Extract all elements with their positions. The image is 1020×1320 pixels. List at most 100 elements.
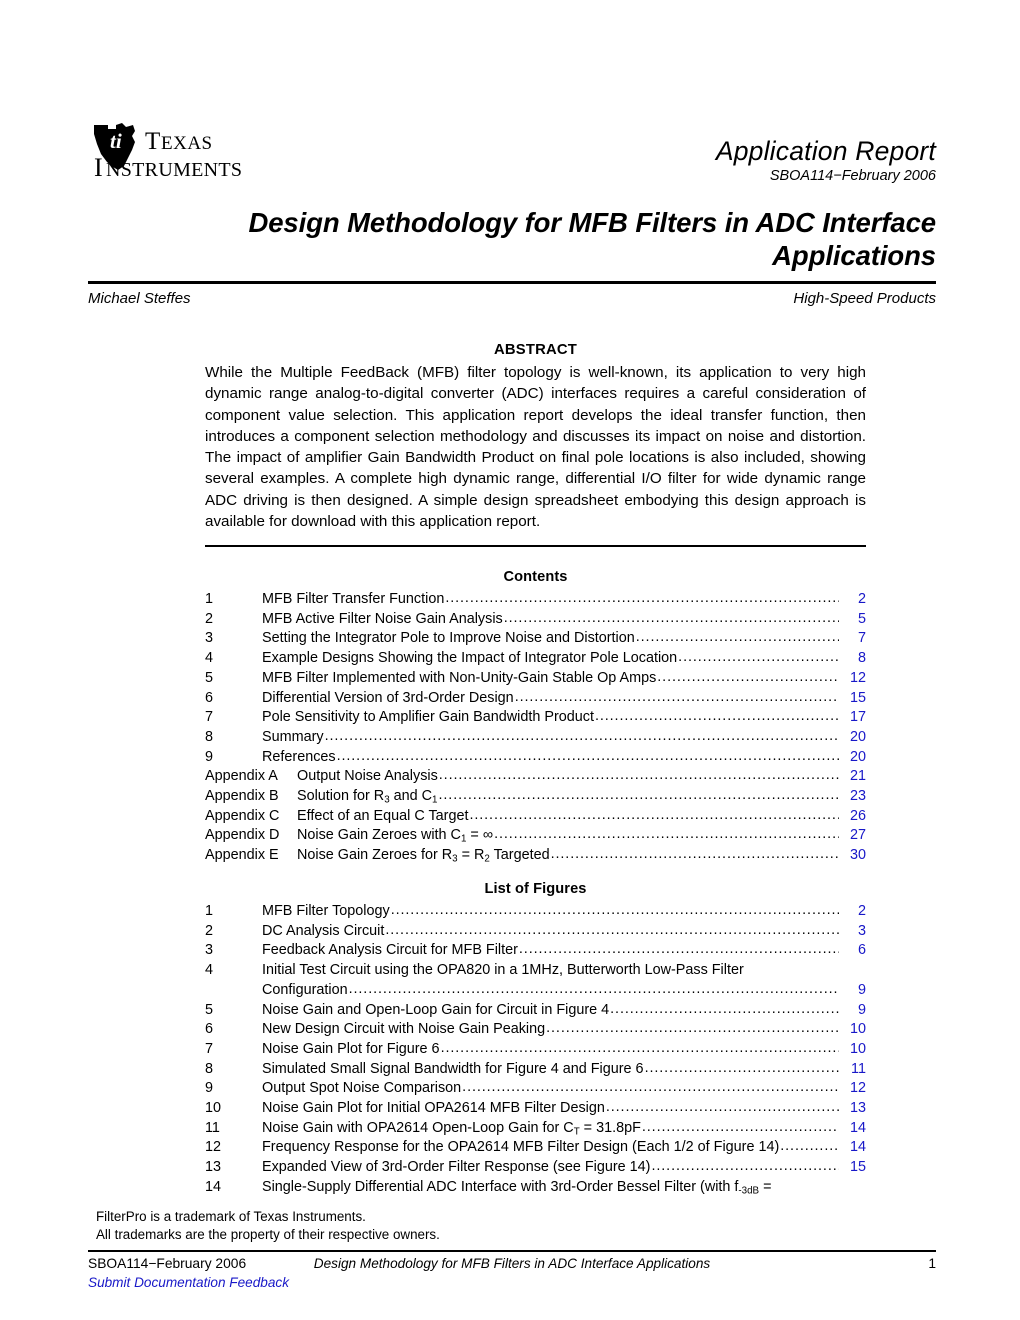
figures-entry-row[interactable]: 6 New Design Circuit with Noise Gain Peak… bbox=[205, 1020, 866, 1040]
figures-entry-number: 13 bbox=[205, 1159, 222, 1176]
figures-entry-row[interactable]: 5 Noise Gain and Open-Loop Gain for Circu… bbox=[205, 1001, 866, 1021]
footer-page-number: 1 bbox=[928, 1256, 936, 1271]
figures-entry-row[interactable]: 2 DC Analysis Circuit 3 bbox=[205, 922, 866, 942]
contents-entry-page-number[interactable]: 20 bbox=[840, 728, 866, 748]
figures-entry-leader-dots bbox=[349, 980, 839, 1000]
figures-entry-leader-dots bbox=[642, 1118, 839, 1138]
figures-entry-leader-dots bbox=[610, 1000, 839, 1020]
figures-entry-leader-dots bbox=[385, 921, 839, 941]
contents-entry-row[interactable]: Appendix E Noise Gain Zeroes for R3 = R2 … bbox=[205, 846, 866, 866]
figures-section: List of Figures 1 MFB Filter Topology 2 2 DC… bbox=[205, 880, 866, 1198]
figures-entry-page-number[interactable]: 11 bbox=[840, 1060, 866, 1080]
figures-entry-label: Noise Gain with OPA2614 Open-Loop Gain f… bbox=[262, 1119, 641, 1137]
figures-entry-number: 9 bbox=[205, 1080, 214, 1097]
figures-entry-row[interactable]: 3 Feedback Analysis Circuit for MFB Filte… bbox=[205, 941, 866, 961]
contents-entry-page-number[interactable]: 12 bbox=[840, 669, 866, 689]
contents-entry-row[interactable]: 5 MFB Filter Implemented with Non-Unity-G… bbox=[205, 669, 866, 689]
contents-entry-page-number[interactable]: 20 bbox=[840, 748, 866, 768]
figures-entry-page-number[interactable]: 6 bbox=[840, 941, 866, 961]
figures-entry-row[interactable]: 14 Single-Supply Differential ADC Interfa… bbox=[205, 1178, 866, 1198]
footer-top-row: SBOA114−February 2006 Design Methodology… bbox=[88, 1254, 936, 1273]
figures-entry-page-number[interactable]: 14 bbox=[840, 1119, 866, 1139]
contents-entry-label: Example Designs Showing the Impact of In… bbox=[262, 650, 678, 667]
contents-entry-number: Appendix B bbox=[205, 788, 279, 805]
contents-entry-number: 6 bbox=[205, 689, 214, 706]
contents-entry-row[interactable]: Appendix C Effect of an Equal C Target 26 bbox=[205, 807, 866, 827]
contents-entry-row[interactable]: Appendix D Noise Gain Zeroes with C1 = ∞ … bbox=[205, 826, 866, 846]
contents-entry-row[interactable]: 1 MFB Filter Transfer Function 2 bbox=[205, 590, 866, 610]
page-header: ti T EXAS I NSTRUMENTS Application Repor… bbox=[88, 122, 936, 192]
contents-entry-row[interactable]: 8 Summary 20 bbox=[205, 728, 866, 748]
figures-entry-leader-dots bbox=[645, 1059, 839, 1079]
contents-entry-row[interactable]: 4 Example Designs Showing the Impact of I… bbox=[205, 649, 866, 669]
contents-entry-number: Appendix E bbox=[205, 847, 279, 864]
figures-entry-row[interactable]: 7 Noise Gain Plot for Figure 6 10 bbox=[205, 1040, 866, 1060]
figures-entry-row[interactable]: Configuration 9 bbox=[205, 981, 866, 1001]
figures-entry-label: DC Analysis Circuit bbox=[262, 922, 385, 939]
submit-feedback-link[interactable]: Submit Documentation Feedback bbox=[88, 1274, 936, 1292]
contents-entry-page-number[interactable]: 8 bbox=[840, 649, 866, 669]
figures-entry-label: Simulated Small Signal Bandwidth for Fig… bbox=[262, 1060, 644, 1077]
contents-entry-row[interactable]: 9 References 20 bbox=[205, 748, 866, 768]
figures-entry-leader-dots bbox=[441, 1039, 839, 1059]
contents-entry-leader-dots bbox=[515, 688, 839, 708]
contents-entry-leader-dots bbox=[439, 766, 839, 786]
contents-entry-page-number[interactable]: 23 bbox=[840, 787, 866, 807]
contents-entry-label: Noise Gain Zeroes for R3 = R2 Targeted bbox=[297, 847, 550, 865]
contents-entry-row[interactable]: 2 MFB Active Filter Noise Gain Analysis 5 bbox=[205, 610, 866, 630]
abstract-block: ABSTRACT While the Multiple FeedBack (MF… bbox=[205, 341, 866, 532]
figures-entry-row[interactable]: 9 Output Spot Noise Comparison 12 bbox=[205, 1079, 866, 1099]
figures-entry-row[interactable]: 8 Simulated Small Signal Bandwidth for Fi… bbox=[205, 1060, 866, 1080]
figures-entry-row[interactable]: 10 Noise Gain Plot for Initial OPA2614 MF… bbox=[205, 1099, 866, 1119]
contents-entry-page-number[interactable]: 26 bbox=[840, 807, 866, 827]
svg-text:I: I bbox=[94, 153, 103, 182]
figures-entry-page-number[interactable]: 9 bbox=[840, 981, 866, 1001]
contents-entry-number: 7 bbox=[205, 709, 214, 726]
figures-entry-label: New Design Circuit with Noise Gain Peaki… bbox=[262, 1021, 546, 1038]
contents-entry-row[interactable]: Appendix A Output Noise Analysis 21 bbox=[205, 767, 866, 787]
contents-entry-page-number[interactable]: 15 bbox=[840, 689, 866, 709]
contents-entry-row[interactable]: 6 Differential Version of 3rd-Order Desig… bbox=[205, 689, 866, 709]
contents-entry-leader-dots bbox=[494, 825, 839, 845]
figures-entry-row[interactable]: 4 Initial Test Circuit using the OPA820 i… bbox=[205, 961, 866, 981]
figures-entry-page-number[interactable]: 15 bbox=[840, 1158, 866, 1178]
page-title: Design Methodology for MFB Filters in AD… bbox=[88, 206, 936, 272]
contents-entry-label: References bbox=[262, 748, 336, 765]
header-meta: Application Report SBOA114−February 2006 bbox=[716, 136, 936, 186]
abstract-text: While the Multiple FeedBack (MFB) filter… bbox=[205, 364, 866, 531]
figures-entry-row[interactable]: 11 Noise Gain with OPA2614 Open-Loop Gain… bbox=[205, 1119, 866, 1139]
figures-entry-page-number[interactable]: 9 bbox=[840, 1001, 866, 1021]
figures-entry-number: 12 bbox=[205, 1139, 222, 1156]
svg-text:ti: ti bbox=[110, 129, 122, 153]
contents-entry-page-number[interactable]: 5 bbox=[840, 610, 866, 630]
figures-entry-row[interactable]: 12 Frequency Response for the OPA2614 MFB… bbox=[205, 1138, 866, 1158]
contents-entry-page-number[interactable]: 7 bbox=[840, 629, 866, 649]
figures-entry-row[interactable]: 1 MFB Filter Topology 2 bbox=[205, 902, 866, 922]
contents-entry-page-number[interactable]: 27 bbox=[840, 826, 866, 846]
figures-entry-page-number[interactable]: 13 bbox=[840, 1099, 866, 1119]
figures-entry-leader-dots bbox=[462, 1078, 839, 1098]
figures-entry-leader-dots bbox=[391, 901, 839, 921]
contents-entry-label: Differential Version of 3rd-Order Design bbox=[262, 689, 514, 706]
contents-entry-row[interactable]: 7 Pole Sensitivity to Amplifier Gain Band… bbox=[205, 708, 866, 728]
figures-entry-page-number[interactable]: 12 bbox=[840, 1079, 866, 1099]
figures-entry-number: 1 bbox=[205, 903, 214, 919]
contents-entry-leader-dots bbox=[551, 845, 839, 865]
title-block: Design Methodology for MFB Filters in AD… bbox=[88, 206, 936, 309]
figures-entry-row[interactable]: 13 Expanded View of 3rd-Order Filter Resp… bbox=[205, 1158, 866, 1178]
figures-entry-number: 5 bbox=[205, 1001, 214, 1018]
contents-entry-page-number[interactable]: 17 bbox=[840, 708, 866, 728]
document-id: SBOA114−February 2006 bbox=[769, 168, 936, 184]
contents-entry-label: Effect of an Equal C Target bbox=[297, 807, 469, 824]
contents-entry-row[interactable]: Appendix B Solution for R3 and C1 23 bbox=[205, 787, 866, 807]
figures-entry-page-number[interactable]: 10 bbox=[840, 1040, 866, 1060]
contents-entry-leader-dots bbox=[636, 628, 839, 648]
contents-entry-page-number[interactable]: 2 bbox=[840, 590, 866, 610]
figures-entry-page-number[interactable]: 14 bbox=[840, 1138, 866, 1158]
contents-entry-page-number[interactable]: 21 bbox=[840, 767, 866, 787]
contents-entry-row[interactable]: 3 Setting the Integrator Pole to Improve … bbox=[205, 629, 866, 649]
figures-entry-page-number[interactable]: 10 bbox=[840, 1020, 866, 1040]
figures-entry-page-number[interactable]: 2 bbox=[840, 902, 866, 922]
contents-entry-page-number[interactable]: 30 bbox=[840, 846, 866, 866]
figures-entry-page-number[interactable]: 3 bbox=[840, 922, 866, 942]
